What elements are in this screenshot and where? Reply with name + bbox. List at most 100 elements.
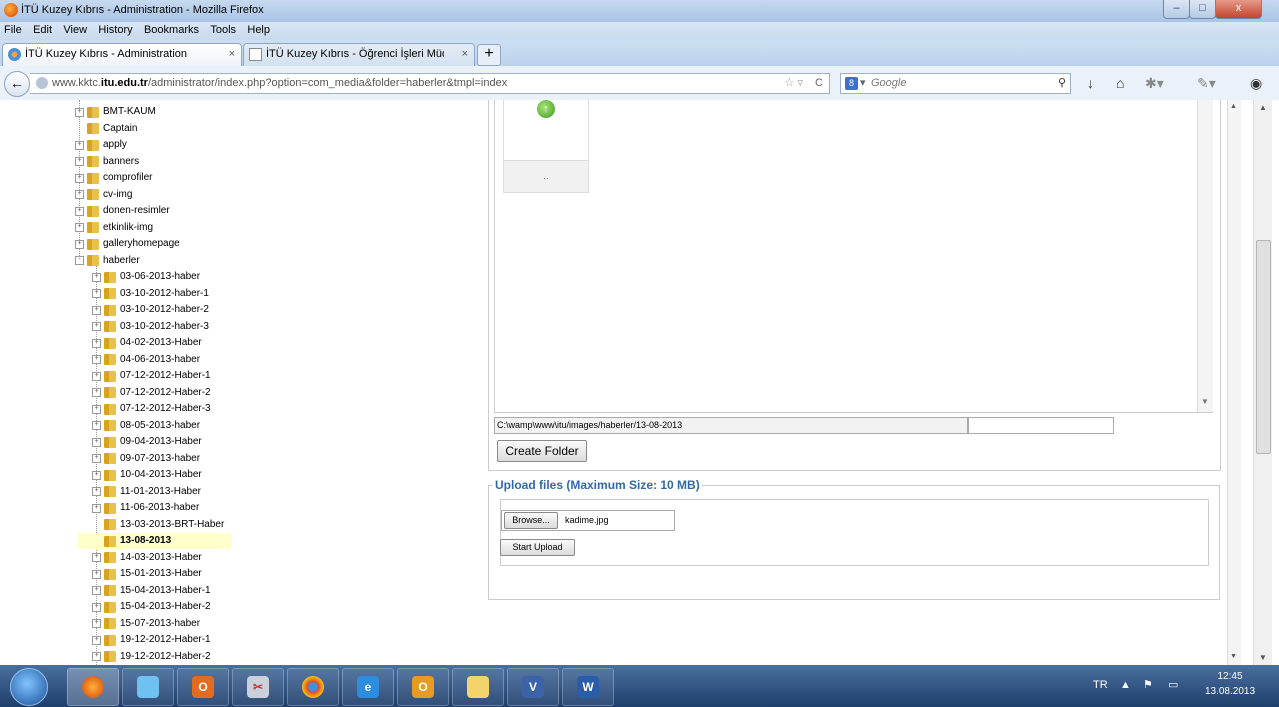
tab-close-icon[interactable]: × [462, 44, 468, 65]
tree-node[interactable]: - haberler [75, 253, 140, 269]
taskbar-explorer[interactable] [452, 668, 504, 706]
tree-node[interactable]: + apply [75, 137, 127, 153]
download-icon[interactable]: ↓ [1087, 75, 1094, 91]
tree-node-label[interactable]: 15-04-2013-Haber-1 [120, 585, 211, 596]
expand-toggle-icon[interactable]: + [92, 388, 101, 397]
close-button[interactable]: x [1215, 0, 1262, 19]
tree-node-label[interactable]: donen-resimler [103, 205, 170, 216]
tab-ogrenci-isleri[interactable]: İTÜ Kuzey Kıbrıs - Öğrenci İşleri Müd...… [243, 43, 475, 66]
expand-toggle-icon[interactable]: + [92, 338, 101, 348]
expand-toggle-icon[interactable]: + [92, 652, 101, 661]
tree-node-label[interactable]: galleryhomepage [103, 238, 180, 249]
search-bar[interactable]: 8 ▾ Google ⚲ [840, 73, 1071, 94]
tree-node[interactable]: +15-04-2013-Haber-1 [92, 583, 211, 599]
url-bar[interactable]: www.kktc.itu.edu.tr/administrator/index.… [30, 73, 830, 94]
expand-toggle-icon[interactable]: + [92, 487, 101, 496]
menu-file[interactable]: File [0, 22, 26, 36]
tree-node[interactable]: Captain [75, 121, 137, 137]
home-icon[interactable]: ⌂ [1116, 75, 1124, 91]
tree-node-label[interactable]: 07-12-2012-Haber-1 [120, 370, 211, 381]
window-scrollbar[interactable]: ▲ ▼ [1253, 100, 1272, 665]
tree-node[interactable]: 13-08-2013 [78, 533, 231, 549]
expand-toggle-icon[interactable]: + [92, 454, 101, 463]
expand-toggle-icon[interactable]: + [92, 619, 101, 628]
tree-node[interactable]: +04-02-2013-Haber [92, 335, 202, 351]
expand-toggle-icon[interactable]: + [75, 107, 84, 117]
tree-node[interactable]: +09-04-2013-Haber [92, 434, 202, 450]
tree-node[interactable]: +04-06-2013-haber [92, 352, 200, 368]
expand-toggle-icon[interactable]: + [92, 305, 101, 315]
taskbar-folder[interactable] [122, 668, 174, 706]
tree-node-label[interactable]: 08-05-2013-haber [120, 420, 200, 431]
tree-node[interactable]: +11-06-2013-haber [92, 500, 199, 516]
expand-toggle-icon[interactable]: + [92, 635, 101, 645]
expand-toggle-icon[interactable]: + [92, 569, 101, 579]
taskbar-word[interactable]: W [562, 668, 614, 706]
tree-node-label[interactable]: 15-04-2013-Haber-2 [120, 601, 211, 612]
tree-node-label[interactable]: 03-06-2013-haber [120, 271, 200, 282]
start-button[interactable] [10, 668, 48, 706]
tree-node[interactable]: +11-01-2013-Haber [92, 484, 201, 500]
tree-node-label[interactable]: 09-04-2013-Haber [120, 436, 202, 447]
tray-chevron-icon[interactable]: ▲ [1120, 679, 1131, 691]
tree-node[interactable]: +08-05-2013-haber [92, 418, 200, 434]
expand-toggle-icon[interactable]: + [92, 322, 101, 331]
tree-node[interactable]: +03-10-2012-haber-3 [92, 319, 209, 335]
tree-node[interactable]: +14-03-2013-Haber [92, 550, 202, 566]
reload-icon[interactable]: C [815, 74, 823, 93]
expand-toggle-icon[interactable]: + [92, 602, 101, 612]
expand-toggle-icon[interactable]: + [75, 223, 84, 232]
taskbar-media[interactable]: O [177, 668, 229, 706]
language-indicator[interactable]: TR [1093, 679, 1108, 691]
browse-button[interactable]: Browse... [504, 512, 558, 529]
tree-node[interactable]: +10-04-2013-Haber [92, 467, 202, 483]
inner-scrollbar[interactable]: ▲ ▼ [1227, 100, 1241, 665]
back-button[interactable]: ← [4, 71, 30, 97]
tree-node-label[interactable]: 11-01-2013-Haber [120, 486, 201, 497]
tree-node[interactable]: + galleryhomepage [75, 236, 180, 252]
tree-node-label[interactable]: 07-12-2012-Haber-2 [120, 387, 211, 398]
tree-node-label[interactable]: 04-06-2013-haber [120, 354, 200, 365]
expand-toggle-icon[interactable]: + [92, 553, 101, 562]
tree-node[interactable]: +19-12-2012-Haber-1 [92, 632, 211, 648]
file-input[interactable]: Browse... kadime.jpg [501, 510, 675, 531]
expand-toggle-icon[interactable]: + [92, 437, 101, 447]
taskbar-snipping[interactable]: ✂ [232, 668, 284, 706]
tree-node[interactable]: + BMT-KAUM [75, 104, 156, 120]
new-folder-input[interactable] [968, 417, 1114, 434]
tree-node-label[interactable]: 19-12-2012-Haber-1 [120, 634, 211, 645]
tree-node-label[interactable]: apply [103, 139, 127, 150]
tree-node-label[interactable]: 03-10-2012-haber-3 [120, 321, 209, 332]
clock[interactable]: 12:45 13.08.2013 [1200, 669, 1260, 699]
expand-toggle-icon[interactable]: + [92, 272, 101, 282]
expand-toggle-icon[interactable]: + [75, 239, 84, 249]
taskbar-chrome[interactable] [287, 668, 339, 706]
tree-node[interactable]: +03-10-2012-haber-2 [92, 302, 209, 318]
tree-node[interactable]: + banners [75, 154, 139, 170]
expand-toggle-icon[interactable]: + [92, 289, 101, 298]
tree-node[interactable]: +07-12-2012-Haber-3 [92, 401, 211, 417]
create-folder-button[interactable]: Create Folder [497, 440, 587, 462]
tree-node-label[interactable]: BMT-KAUM [103, 106, 156, 117]
tree-node-label[interactable]: 13-03-2013-BRT-Haber [120, 519, 224, 530]
tab-administration[interactable]: İTÜ Kuzey Kıbrıs - Administration × [2, 43, 242, 66]
taskbar-firefox[interactable] [67, 668, 119, 706]
tree-node-label[interactable]: 09-07-2013-haber [120, 453, 200, 464]
search-engine-icon[interactable]: 8 [845, 77, 858, 90]
minimize-button[interactable]: – [1163, 0, 1190, 19]
eyedropper-icon[interactable]: ✎▾ [1197, 75, 1216, 92]
taskbar-outlook[interactable]: O [397, 668, 449, 706]
addon-icon[interactable]: ✱▾ [1145, 75, 1164, 92]
tree-node[interactable]: + comprofiler [75, 170, 152, 186]
tree-node-label[interactable]: 15-01-2013-Haber [120, 568, 202, 579]
expand-toggle-icon[interactable]: + [92, 421, 101, 430]
addon-shield-icon[interactable]: ◉ [1250, 75, 1262, 92]
tree-node-label[interactable]: 11-06-2013-haber [120, 502, 199, 513]
tree-node[interactable]: +15-07-2013-haber [92, 616, 200, 632]
expand-toggle-icon[interactable]: + [75, 206, 84, 216]
tree-node-label[interactable]: etkinlik-img [103, 222, 153, 233]
maximize-button[interactable]: □ [1189, 0, 1216, 19]
tree-node[interactable]: + etkinlik-img [75, 220, 153, 236]
tab-close-icon[interactable]: × [229, 44, 235, 65]
taskbar-ie[interactable]: e [342, 668, 394, 706]
